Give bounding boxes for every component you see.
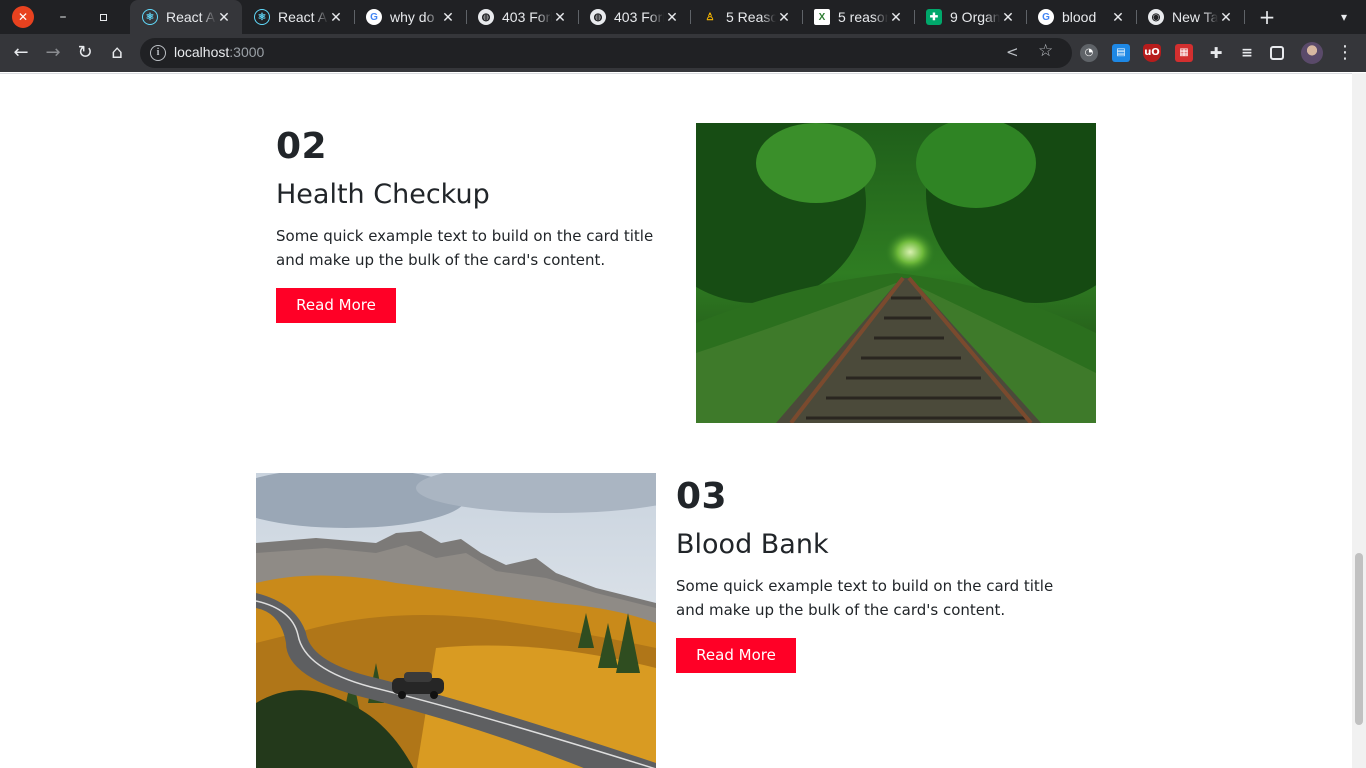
tab-separator [1244, 10, 1245, 24]
card-02-text: 02 Health Checkup Some quick example tex… [276, 126, 676, 323]
browser-tab[interactable]: ♙ 5 Reasons ✕ [690, 0, 802, 34]
browser-menu-kebab-icon[interactable]: ⋮ [1336, 41, 1354, 65]
tab-close-icon[interactable]: ✕ [328, 9, 344, 26]
media-queue-icon[interactable]: ≡ [1238, 44, 1256, 62]
tab-title: New Tab [1172, 9, 1218, 25]
tab-title: 5 reasons [838, 9, 888, 25]
page-viewport: 02 Health Checkup Some quick example tex… [0, 73, 1352, 768]
extension-grid-icon[interactable]: ▦ [1175, 44, 1193, 62]
google-icon: G [366, 9, 382, 25]
browser-tab[interactable]: ⚛ React App ✕ [130, 0, 242, 34]
globe-icon: ◍ [590, 9, 606, 25]
browser-tab[interactable]: ◍ 403 Forbidden ✕ [578, 0, 690, 34]
tab-title: 403 Forbidden [502, 9, 552, 25]
address-url[interactable]: localhost:3000 [174, 44, 264, 60]
tab-close-icon[interactable]: ✕ [440, 9, 456, 26]
browser-tab[interactable]: G why do ✕ [354, 0, 466, 34]
extension-translate-icon[interactable]: ▤ [1112, 44, 1130, 62]
x-icon: X [814, 9, 830, 25]
mountain-road-image [256, 473, 656, 768]
tab-search-chevron-icon[interactable]: ▾ [1334, 6, 1354, 28]
tab-close-icon[interactable]: ✕ [1218, 9, 1234, 26]
scrollbar-thumb[interactable] [1355, 553, 1363, 725]
react-icon: ⚛ [142, 9, 158, 25]
chrome-icon: ◉ [1148, 9, 1164, 25]
browser-tab[interactable]: ⚛ React App ✕ [242, 0, 354, 34]
forward-arrow-icon[interactable]: → [40, 40, 66, 66]
browser-toolbar: ← → ↻ ⌂ i localhost:3000 < ☆ ◔ ▤ uO ▦ ✚ … [0, 34, 1366, 72]
ublock-shield-icon[interactable]: uO [1143, 44, 1161, 62]
tab-close-icon[interactable]: ✕ [888, 9, 904, 26]
google-icon: G [1038, 9, 1054, 25]
card-number: 03 [676, 476, 728, 517]
window-minimize-icon[interactable]: – [52, 6, 74, 28]
tab-title: 5 Reasons [726, 9, 776, 25]
cross-icon: ✚ [926, 9, 942, 25]
card-title: Health Checkup [276, 179, 490, 210]
tab-title: blood [1062, 9, 1097, 25]
browser-tab[interactable]: ✚ 9 Organ ✕ [914, 0, 1026, 34]
mountain-road-car-photo [256, 473, 656, 768]
person-icon: ♙ [705, 11, 715, 23]
tab-title: why do [390, 9, 435, 25]
card-description: Some quick example text to build on the … [276, 227, 654, 269]
tab-title: React App [278, 9, 328, 25]
reload-icon[interactable]: ↻ [72, 40, 98, 66]
tab-close-icon[interactable]: ✕ [1110, 9, 1126, 26]
tab-title: React App [166, 9, 216, 25]
address-bar[interactable]: i localhost:3000 < ☆ [140, 38, 1072, 68]
card-description: Some quick example text to build on the … [676, 577, 1054, 619]
read-more-button[interactable]: Read More [676, 638, 796, 673]
profile-avatar[interactable] [1301, 42, 1323, 64]
tab-close-icon[interactable]: ✕ [552, 9, 568, 26]
tab-close-icon[interactable]: ✕ [1000, 9, 1016, 26]
tab-close-icon[interactable]: ✕ [216, 9, 232, 26]
tab-close-icon[interactable]: ✕ [664, 9, 680, 26]
browser-tab-strip: ✕ – ⚛ React App ✕ ⚛ React App ✕ G why do… [0, 0, 1366, 34]
site-info-icon[interactable]: i [150, 45, 166, 61]
window-close-icon[interactable]: ✕ [12, 6, 34, 28]
browser-tab[interactable]: ◉ New Tab ✕ [1136, 0, 1244, 34]
page-scrollbar[interactable] [1352, 73, 1366, 768]
bookmark-star-icon[interactable]: ☆ [1038, 41, 1053, 61]
read-more-button[interactable]: Read More [276, 288, 396, 323]
url-host: localhost [174, 44, 230, 60]
extension-speed-icon[interactable]: ◔ [1080, 44, 1098, 62]
browser-tab[interactable]: ◍ 403 Forbidden ✕ [466, 0, 578, 34]
railway-forest-photo [696, 123, 1096, 423]
card-03-text: 03 Blood Bank Some quick example text to… [676, 476, 1076, 673]
tab-title: 9 Organ [950, 9, 1000, 25]
react-icon: ⚛ [254, 9, 270, 25]
tab-close-icon[interactable]: ✕ [776, 9, 792, 26]
url-port: :3000 [229, 44, 265, 60]
browser-tab[interactable]: X 5 reasons ✕ [802, 0, 914, 34]
new-tab-plus-icon[interactable]: + [1256, 6, 1278, 28]
home-icon[interactable]: ⌂ [104, 40, 130, 66]
window-restore-icon[interactable] [92, 6, 114, 28]
browser-tab[interactable]: G blood ✕ [1026, 0, 1136, 34]
extensions-puzzle-icon[interactable]: ✚ [1207, 44, 1225, 62]
side-panel-icon[interactable] [1270, 46, 1284, 60]
globe-icon: ◍ [478, 9, 494, 25]
card-number: 02 [276, 126, 328, 167]
railway-forest-image [696, 123, 1096, 423]
card-title: Blood Bank [676, 529, 829, 560]
share-icon[interactable]: < [1006, 43, 1019, 61]
tab-title: 403 Forbidden [614, 9, 664, 25]
back-arrow-icon[interactable]: ← [8, 40, 34, 66]
